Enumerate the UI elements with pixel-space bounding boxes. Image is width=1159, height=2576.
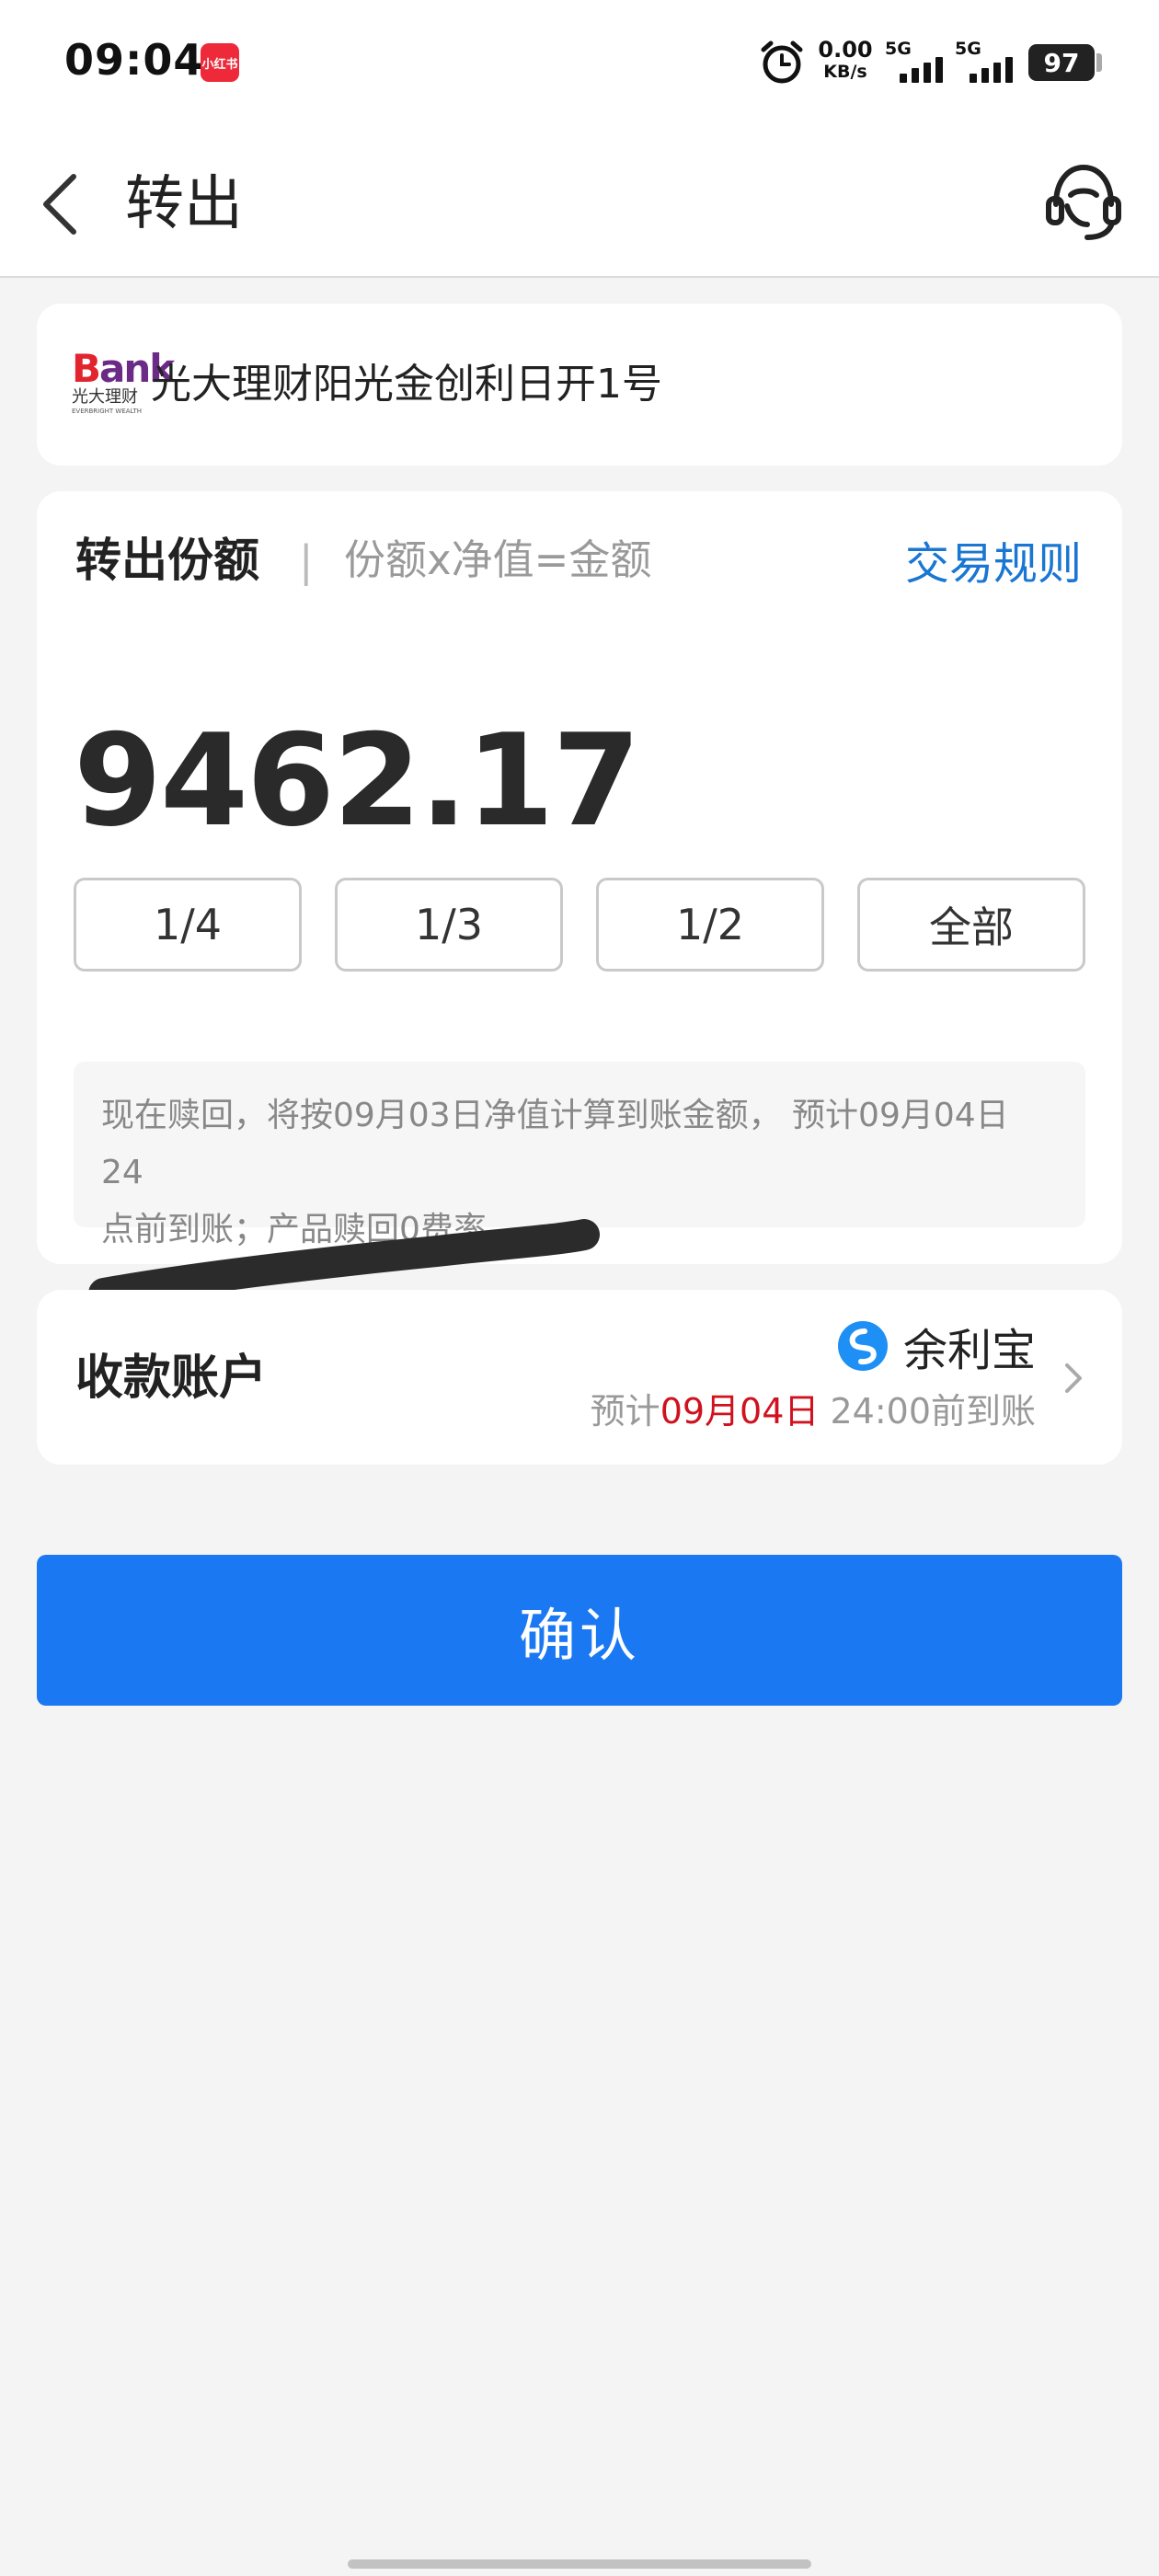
transfer-share-label: 转出份额 [75, 534, 259, 587]
label-divider: | [299, 536, 314, 586]
chevron-right-icon[interactable] [1061, 1352, 1085, 1404]
receiving-account-label: 收款账户 [75, 1351, 268, 1406]
chevron-left-icon[interactable] [37, 167, 88, 241]
nav-bar: 转出 [0, 129, 1159, 278]
alarm-icon [761, 40, 803, 84]
everbright-logo: Bank 光大理财 EVERBRIGHT WEALTH [72, 346, 175, 416]
fraction-third-button[interactable]: 1/3 [335, 878, 563, 972]
fraction-half-button[interactable]: 1/2 [596, 878, 824, 972]
redemption-notice: 现在赎回，将按09月03日净值计算到账金额， 预计09月04日 24 点前到账；… [74, 1062, 1085, 1248]
product-name: 光大理财阳光金创利日开1号 [151, 361, 662, 408]
confirm-button[interactable]: 确认 [37, 1555, 1122, 1706]
fraction-all-button[interactable]: 全部 [857, 878, 1085, 972]
yulibao-icon [837, 1321, 888, 1371]
amount-input[interactable]: 9462.17 [74, 712, 641, 850]
signal-icon: 5G [955, 39, 1025, 86]
network-speed: 0.00 KB/s [818, 37, 873, 82]
battery-tip [1096, 53, 1102, 72]
trading-rules-link[interactable]: 交易规则 [905, 532, 1082, 596]
arrival-estimate: 预计09月04日 24:00前到账 [590, 1391, 1036, 1432]
page-title: 转出 [125, 170, 243, 238]
fraction-quarter-button[interactable]: 1/4 [74, 878, 302, 972]
formula-hint: 份额x净值=金额 [344, 535, 652, 584]
product-card: Bank 光大理财 EVERBRIGHT WEALTH 光大理财阳光金创利日开1… [37, 304, 1122, 466]
status-time: 09:04 [64, 35, 204, 85]
account-name: 余利宝 [902, 1325, 1036, 1376]
battery-icon: 97 [1028, 44, 1095, 81]
xiaohongshu-app-icon: 小红书 [201, 43, 239, 82]
transfer-amount-card: 转出份额 | 份额x净值=金额 交易规则 9462.17 1/4 1/3 1/2… [37, 491, 1122, 1264]
signal-icon: 5G [885, 39, 955, 86]
home-indicator[interactable] [348, 2559, 811, 2569]
account-bank: 余利宝 [837, 1314, 1036, 1378]
receiving-account-card[interactable]: 收款账户 余利宝 预计09月04日 24:00前到账 [37, 1290, 1122, 1465]
headset-icon[interactable] [1043, 158, 1124, 247]
status-bar: 09:04 小红书 0.00 KB/s 5G 5G 97 [0, 0, 1159, 129]
